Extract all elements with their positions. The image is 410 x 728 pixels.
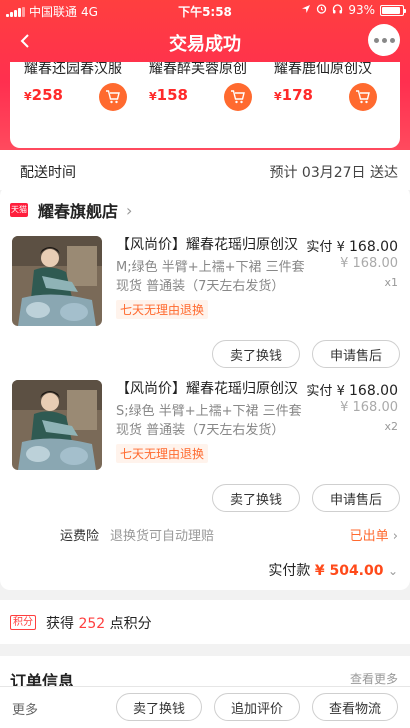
view-logistics-button[interactable]: 查看物流 xyxy=(312,693,398,721)
delivery-label: 配送时间 xyxy=(20,165,76,181)
add-to-cart-button[interactable] xyxy=(99,83,127,111)
sell-button[interactable]: 卖了换钱 xyxy=(212,340,300,368)
delivery-row: 配送时间 预计 03月27日 送达 xyxy=(0,150,410,190)
product-thumbnail[interactable] xyxy=(12,236,102,326)
product-thumbnail[interactable] xyxy=(12,380,102,470)
dot-icon xyxy=(389,37,395,43)
rec-item-name: 耀春鹿仙原创汉 xyxy=(274,62,372,77)
dot-icon xyxy=(381,37,387,43)
order-card: 天猫 耀春旗舰店 › 【风尚价】耀春花瑶归原创汉 M;绿色 半臂+上襦+下裙 三… xyxy=(0,186,410,590)
chevron-right-icon: › xyxy=(392,529,398,544)
add-to-cart-button[interactable] xyxy=(349,83,377,111)
rec-item[interactable]: 耀春还园春汉服 ¥258 xyxy=(10,62,135,148)
item-title: 【风尚价】耀春花瑶归原创汉 xyxy=(116,381,298,397)
chevron-down-icon[interactable]: ⌄ xyxy=(388,564,398,578)
shipping-insurance-row[interactable]: 运费险 退换货可自动理赔 已出单 › xyxy=(0,522,410,546)
battery-percent: 93% xyxy=(348,3,375,17)
after-sales-button[interactable]: 申请售后 xyxy=(312,484,400,512)
location-icon xyxy=(301,3,311,17)
rec-item-name: 耀春醉芙蓉原创 xyxy=(149,62,247,77)
more-menu-button[interactable] xyxy=(368,24,400,56)
item-spec: S;绿色 半臂+上襦+下裙 三件套现货 普通装（7天左右发货） xyxy=(116,404,302,438)
item-original-price: ¥ 168.00 xyxy=(340,256,398,271)
headphones-icon xyxy=(332,3,343,17)
rec-item-price: ¥258 xyxy=(24,86,63,104)
order-item[interactable]: 【风尚价】耀春花瑶归原创汉 M;绿色 半臂+上襦+下裙 三件套现货 普通装（7天… xyxy=(0,236,410,368)
add-to-cart-button[interactable] xyxy=(224,83,252,111)
item-paid-price: 实付 ¥ 168.00 xyxy=(306,239,398,255)
total-paid: 实付款 ¥ 504.00 ⌄ xyxy=(268,563,398,579)
shop-name: 耀春旗舰店 xyxy=(38,202,119,221)
after-sales-button[interactable]: 申请售后 xyxy=(312,340,400,368)
recommendations-card: 耀春还园春汉服 ¥258 耀春醉芙蓉原创 ¥158 耀春鹿仙原创汉 ¥178 xyxy=(10,62,400,148)
item-quantity: x1 xyxy=(384,276,398,289)
shop-link[interactable]: 天猫 耀春旗舰店 › xyxy=(10,196,132,224)
delivery-value: 预计 03月27日 送达 xyxy=(269,165,398,181)
rec-item-price: ¥178 xyxy=(274,86,313,104)
nav-bar: 交易成功 xyxy=(0,22,410,62)
cart-icon xyxy=(106,90,120,104)
dot-icon xyxy=(373,37,379,43)
item-title: 【风尚价】耀春花瑶归原创汉 xyxy=(116,237,298,253)
points-text: 获得 252 点积分 xyxy=(46,616,152,632)
item-original-price: ¥ 168.00 xyxy=(340,400,398,415)
item-quantity: x2 xyxy=(384,420,398,433)
item-spec: M;绿色 半臂+上襦+下裙 三件套现货 普通装（7天左右发货） xyxy=(116,260,305,294)
item-paid-price: 实付 ¥ 168.00 xyxy=(306,383,398,399)
more-actions-button[interactable]: 更多 xyxy=(12,699,38,718)
rec-item-price: ¥158 xyxy=(149,86,188,104)
refund-tag: 七天无理由退换 xyxy=(116,444,209,463)
insurance-label: 运费险 xyxy=(60,529,100,544)
chevron-right-icon: › xyxy=(126,200,133,220)
battery-icon xyxy=(380,4,406,16)
cart-icon xyxy=(356,90,370,104)
points-badge: 积分 xyxy=(10,615,36,630)
sell-button[interactable]: 卖了换钱 xyxy=(212,484,300,512)
bottom-action-bar: 更多 卖了换钱 追加评价 查看物流 xyxy=(0,686,410,728)
page-title: 交易成功 xyxy=(169,34,241,55)
rec-item-name: 耀春还园春汉服 xyxy=(24,62,122,77)
rec-item[interactable]: 耀春醉芙蓉原创 ¥158 xyxy=(135,62,260,148)
order-item[interactable]: 【风尚价】耀春花瑶归原创汉 S;绿色 半臂+上襦+下裙 三件套现货 普通装（7天… xyxy=(0,380,410,512)
alarm-icon xyxy=(316,3,327,17)
sell-button[interactable]: 卖了换钱 xyxy=(116,693,202,721)
refund-tag: 七天无理由退换 xyxy=(116,300,209,319)
order-info-more[interactable]: 查看更多 xyxy=(350,670,398,687)
points-row: 积分 获得 252 点积分 xyxy=(0,600,410,644)
insurance-status: 已出单 › xyxy=(349,529,398,544)
rec-item[interactable]: 耀春鹿仙原创汉 ¥178 xyxy=(260,62,385,148)
tmall-badge-icon: 天猫 xyxy=(10,203,28,217)
add-review-button[interactable]: 追加评价 xyxy=(214,693,300,721)
status-bar: 中国联通 4G 下午5:58 93% xyxy=(0,0,410,22)
insurance-desc: 退换货可自动理赔 xyxy=(110,529,215,544)
cart-icon xyxy=(231,90,245,104)
